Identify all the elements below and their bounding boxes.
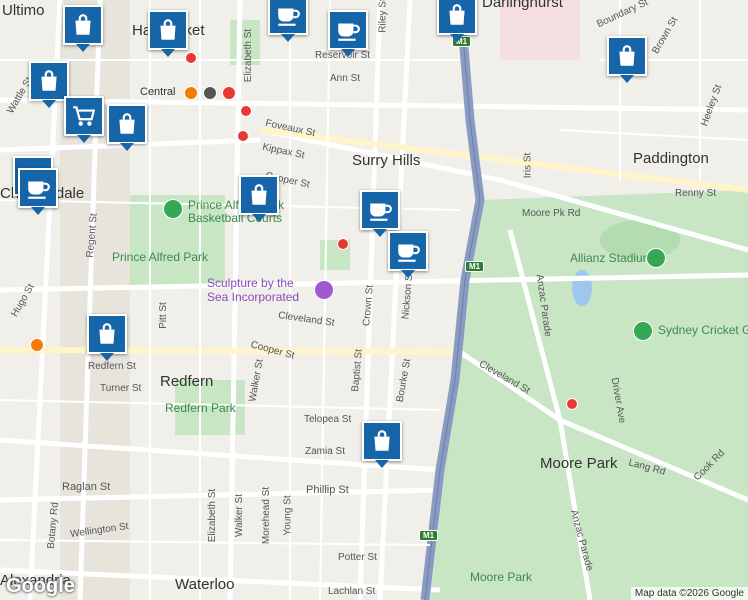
map-attribution[interactable]: Map data ©2026 Google	[630, 587, 748, 600]
shopping-bag-icon	[160, 19, 176, 40]
street-iris: Iris St	[522, 152, 534, 179]
street-raglan: Raglan St	[62, 481, 111, 493]
park-redfern: Redfern Park	[165, 401, 236, 415]
street-phillip: Phillip St	[306, 484, 349, 496]
shopping-bag-marker[interactable]	[29, 61, 69, 108]
bus-stop-pin[interactable]	[337, 238, 349, 250]
street-ann: Ann St	[330, 73, 361, 84]
shopping-bag-icon	[99, 323, 115, 344]
street-walker-south: Walker St	[233, 494, 245, 537]
park-prince-alfred: Prince Alfred Park	[112, 250, 209, 264]
bus-stop-pin[interactable]	[237, 130, 249, 142]
coffee-cup-icon	[28, 181, 50, 199]
street-turner: Turner St	[100, 383, 142, 394]
shopping-bag-marker[interactable]	[148, 10, 188, 57]
street-riley: Riley St	[377, 0, 389, 33]
coffee-cup-icon	[278, 8, 300, 26]
m1-shield: M1	[465, 261, 485, 272]
shopping-cart-icon	[73, 106, 96, 126]
coffee-cup-icon	[338, 23, 360, 41]
poi-allianz-stadium: Allianz Stadium	[570, 251, 653, 265]
transit-pin-central-m[interactable]	[222, 86, 236, 100]
shopping-bag-icon	[251, 184, 267, 205]
street-young: Young St	[282, 495, 294, 536]
shopping-bag-marker[interactable]	[437, 0, 477, 42]
street-pitt: Pitt St	[157, 302, 169, 329]
bus-stop-pin[interactable]	[185, 52, 197, 64]
street-moore-pk-rd: Moore Pk Rd	[522, 208, 581, 219]
suburb-moore-park: Moore Park	[540, 455, 618, 472]
poi-pin-sculpture[interactable]	[314, 280, 334, 300]
park-moore: Moore Park	[470, 570, 533, 584]
shopping-bag-icon	[119, 113, 135, 134]
shopping-bag-icon	[374, 430, 390, 451]
shopping-bag-icon	[449, 4, 465, 25]
suburb-ultimo: Ultimo	[2, 2, 45, 19]
bus-stop-pin[interactable]	[566, 398, 578, 410]
shopping-bag-marker[interactable]	[107, 104, 147, 151]
shopping-bag-marker[interactable]	[607, 36, 647, 83]
shopping-cart-marker[interactable]	[64, 96, 104, 143]
street-elizabeth-south: Elizabeth St	[207, 488, 219, 543]
stadium-pin-scg[interactable]	[633, 321, 653, 341]
stadium-pin-allianz[interactable]	[646, 248, 666, 268]
poi-sydney-cricket-ground: Sydney Cricket Ground	[658, 323, 748, 337]
street-elizabeth-north: Elizabeth St	[243, 28, 255, 83]
coffee-cup-marker[interactable]	[268, 0, 308, 42]
street-potter: Potter St	[338, 552, 377, 563]
transit-pin-redfern[interactable]	[30, 338, 44, 352]
street-renny: Renny St	[675, 188, 717, 199]
shopping-bag-icon	[75, 14, 91, 35]
park-pin-basketball[interactable]	[163, 199, 183, 219]
coffee-cup-marker[interactable]	[328, 10, 368, 57]
pond	[572, 270, 592, 306]
shopping-bag-icon	[619, 45, 635, 66]
shopping-bag-marker[interactable]	[362, 421, 402, 468]
google-logo[interactable]: Google	[6, 575, 75, 598]
coffee-cup-marker[interactable]	[388, 231, 428, 278]
transit-pin-central-metro[interactable]	[203, 86, 217, 100]
suburb-surry-hills: Surry Hills	[352, 152, 421, 169]
suburb-paddington: Paddington	[633, 150, 709, 167]
street-zamia: Zamia St	[305, 446, 346, 457]
suburb-redfern: Redfern	[160, 373, 214, 390]
suburb-darlinghurst: Darlinghurst	[482, 0, 563, 11]
street-redfern: Redfern St	[88, 361, 136, 372]
suburb-waterloo: Waterloo	[175, 576, 235, 593]
street-lachlan: Lachlan St	[328, 586, 376, 597]
shopping-bag-marker[interactable]	[87, 314, 127, 361]
coffee-cup-marker[interactable]	[360, 190, 400, 237]
station-central: Central	[140, 86, 176, 98]
coffee-cup-icon	[398, 244, 420, 262]
shopping-bag-marker[interactable]	[63, 5, 103, 52]
coffee-cup-icon	[370, 203, 392, 221]
transit-pin-central-train[interactable]	[184, 86, 198, 100]
street-telopea: Telopea St	[304, 414, 352, 425]
bus-stop-pin[interactable]	[240, 105, 252, 117]
coffee-cup-marker[interactable]	[18, 168, 58, 215]
street-morehead: Morehead St	[261, 486, 273, 545]
shopping-bag-icon	[41, 70, 57, 91]
poi-sculpture-by-the-sea: Sculpture by the Sea Incorporated	[207, 276, 300, 304]
m1-shield: M1	[419, 530, 439, 541]
shopping-bag-marker[interactable]	[239, 175, 279, 222]
